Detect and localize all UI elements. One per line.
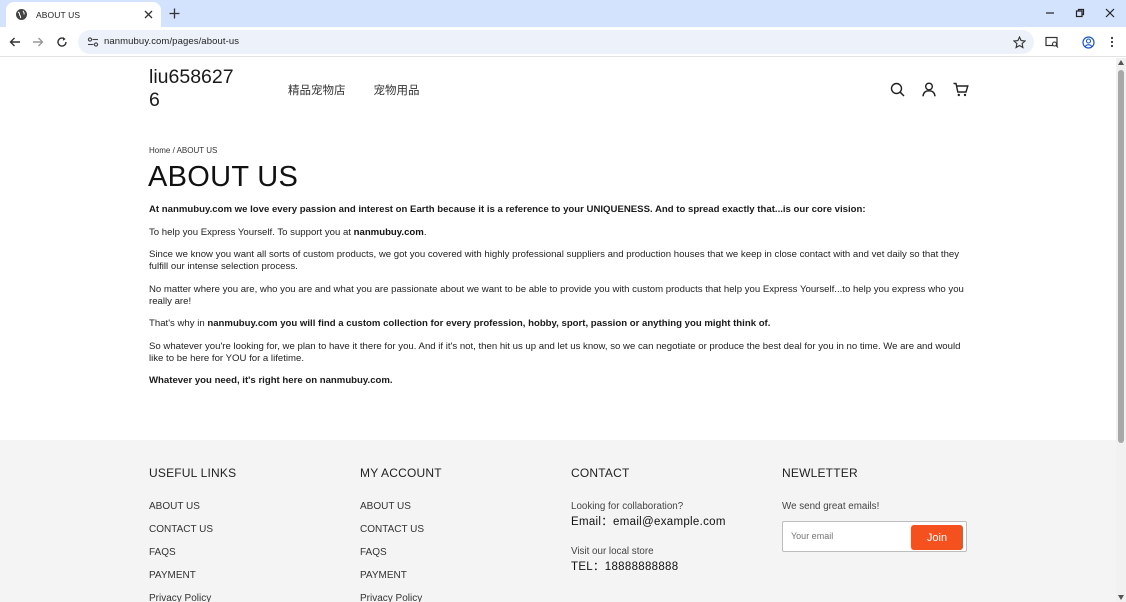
footer-link-payment[interactable]: PAYMENT [149,570,236,593]
menu-kebab-icon[interactable] [1104,34,1120,50]
footer-link-about-us[interactable]: ABOUT US [149,501,236,524]
footer-my-account: MY ACCOUNT ABOUT US CONTACT US FAQS PAYM… [360,466,442,602]
tab-title: ABOUT US [36,9,81,20]
page-viewport: liu6586276 精品宠物店 宠物用品 Home / ABOUT US AB… [0,58,1116,602]
minimize-icon[interactable] [1042,5,1058,21]
browser-toolbar: nanmubuy.com/pages/about-us [0,27,1126,57]
scroll-up-arrow-icon[interactable] [1118,60,1124,65]
contact-phone[interactable]: TEL：18888888888 [571,560,726,574]
store-label: Visit our local store [571,546,654,557]
paragraph-express: No matter where you are, who you are and… [149,283,964,307]
newsletter-text: We send great emails! [782,501,880,512]
profile-icon[interactable] [1080,34,1096,50]
footer-link-contact-us[interactable]: CONTACT US [149,524,236,547]
close-tab-icon[interactable] [141,8,155,22]
collection-emphasis: nanmubuy.com you will find a custom coll… [207,318,771,329]
paragraph-intro: At nanmubuy.com we love every passion an… [149,204,866,215]
newsletter-email-input[interactable] [791,531,901,541]
search-icon[interactable] [888,80,906,98]
account-icon[interactable] [920,80,938,98]
account-link-faqs[interactable]: FAQS [360,547,442,570]
back-icon[interactable] [7,34,23,50]
main-nav: 精品宠物店 宠物用品 [288,82,420,98]
page-scrollbar[interactable] [1116,58,1126,602]
contact-email[interactable]: Email：email@example.com [571,515,726,529]
account-link-contact-us[interactable]: CONTACT US [360,524,442,547]
collection-text: That's why in [149,318,208,329]
reload-icon[interactable] [54,34,70,50]
footer-link-privacy-policy[interactable]: Privacy Policy [149,593,236,602]
site-logo[interactable]: liu6586276 [149,66,244,112]
bookmark-star-icon[interactable] [1011,34,1027,50]
account-link-about-us[interactable]: ABOUT US [360,501,442,524]
paragraph-closing: Whatever you need, it's right here on na… [149,375,393,386]
paragraph-lifetime: So whatever you're looking for, we plan … [149,340,961,364]
footer-link-faqs[interactable]: FAQS [149,547,236,570]
breadcrumb[interactable]: Home / ABOUT US [149,146,217,155]
scrollbar-thumb[interactable] [1118,70,1124,443]
site-name-emphasis: nanmubuy.com [353,226,424,238]
my-account-heading: MY ACCOUNT [360,466,442,480]
scroll-down-arrow-icon[interactable] [1118,595,1124,600]
account-link-payment[interactable]: PAYMENT [360,570,442,593]
footer-newsletter: NEWLETTER We send great emails! [782,466,879,513]
site-settings-icon[interactable] [86,35,100,49]
newsletter-form: Join [782,521,967,552]
new-tab-icon[interactable] [167,6,182,21]
join-button[interactable]: Join [911,525,963,550]
browser-tabstrip: ABOUT US [0,0,1126,27]
cart-icon[interactable] [952,80,970,98]
restore-icon[interactable] [1072,5,1088,21]
paragraph-suppliers: Since we know you want all sorts of cust… [149,249,960,272]
nav-item-boutique-pet-store[interactable]: 精品宠物店 [288,82,346,98]
nav-item-pet-supplies[interactable]: 宠物用品 [374,82,420,98]
cast-media-icon[interactable] [1044,34,1060,50]
browser-tab[interactable]: ABOUT US [6,2,161,27]
support-text: To help you Express Yourself. To support… [149,226,354,238]
site-footer: USEFUL LINKS ABOUT US CONTACT US FAQS PA… [0,440,1116,602]
newsletter-heading: NEWLETTER [782,466,858,480]
url-text: nanmubuy.com/pages/about-us [104,36,240,47]
page-title: ABOUT US [148,161,299,193]
close-window-icon[interactable] [1102,5,1118,21]
collaboration-label: Looking for collaboration? [571,501,684,512]
paragraph-collection: That's why in nanmubuy.com you will find… [149,318,967,330]
about-content: At nanmubuy.com we love every passion an… [149,204,967,398]
globe-icon [15,8,28,21]
footer-useful-links: USEFUL LINKS ABOUT US CONTACT US FAQS PA… [149,466,236,602]
footer-contact: CONTACT Looking for collaboration? Email… [571,466,726,574]
address-bar[interactable]: nanmubuy.com/pages/about-us [78,30,1034,54]
account-link-privacy-policy[interactable]: Privacy Policy [360,593,442,602]
support-period: . [423,226,427,238]
contact-heading: CONTACT [571,466,630,480]
useful-links-heading: USEFUL LINKS [149,466,237,480]
forward-icon[interactable] [30,34,46,50]
paragraph-support: To help you Express Yourself. To support… [149,227,967,239]
